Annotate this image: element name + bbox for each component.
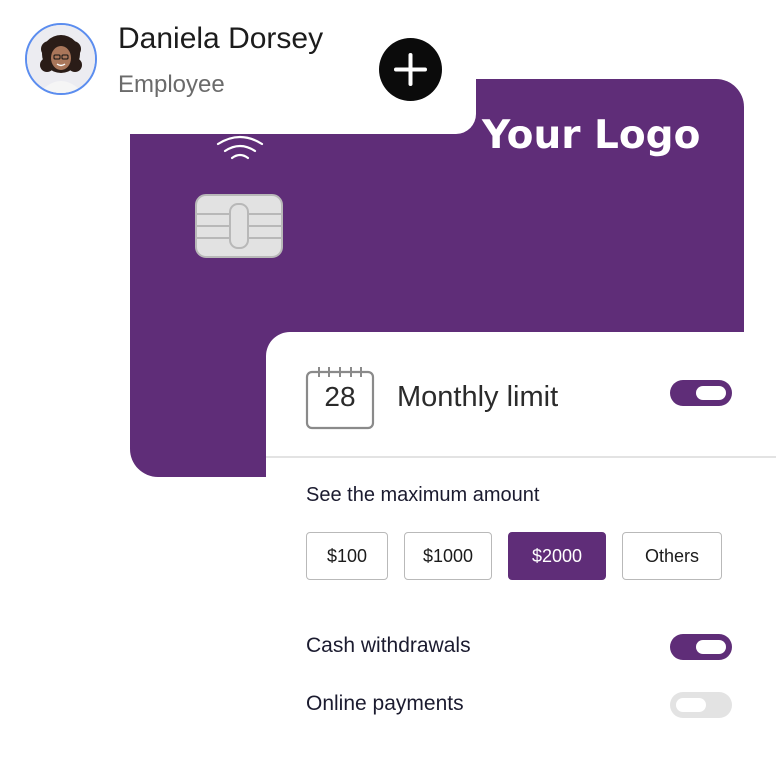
monthly-limit-toggle[interactable] [670,380,732,406]
cash-withdrawals-toggle[interactable] [670,634,732,660]
add-button[interactable] [379,38,442,101]
divider [266,456,776,458]
amount-option-2000[interactable]: $2000 [508,532,606,580]
plus-icon [394,53,427,86]
user-name: Daniela Dorsey [118,22,324,55]
contactless-icon [216,135,264,160]
toggle-knob [696,640,726,654]
maximum-amount-label: See the maximum amount [306,484,540,506]
user-avatar-icon [27,25,95,93]
amount-option-100[interactable]: $100 [306,532,388,580]
online-payments-label: Online payments [306,692,464,715]
monthly-limit-label: Monthly limit [397,381,559,413]
toggle-knob [676,698,706,712]
toggle-knob [696,386,726,400]
amount-option-others[interactable]: Others [622,532,722,580]
user-role: Employee [118,71,225,98]
calendar-day: 28 [324,381,356,412]
card-logo: Your Logo [482,113,701,158]
avatar [25,23,97,95]
online-payments-toggle[interactable] [670,692,732,718]
chip-icon [195,194,283,258]
amount-option-1000[interactable]: $1000 [404,532,492,580]
cash-withdrawals-label: Cash withdrawals [306,634,471,657]
